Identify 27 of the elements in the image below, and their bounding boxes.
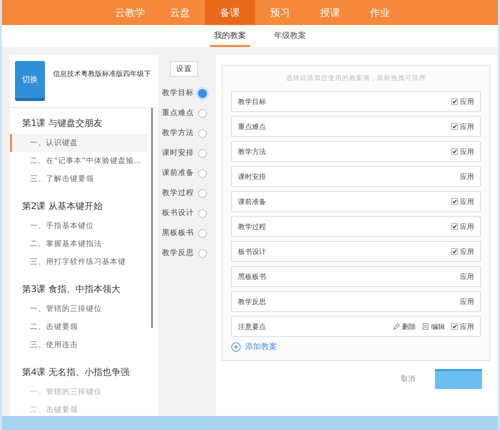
checkbox[interactable] xyxy=(451,148,458,155)
step-dot[interactable] xyxy=(198,108,207,118)
step-dot[interactable] xyxy=(198,168,207,178)
plus-icon xyxy=(231,342,241,352)
sub-tab[interactable]: 年级教案 xyxy=(270,25,310,47)
primary-button[interactable] xyxy=(435,369,482,389)
lesson-title[interactable]: 第4课 无名指、小指也争强 xyxy=(10,363,158,383)
lesson-title[interactable]: 第1课 与键盘交朋友 xyxy=(10,114,158,134)
sub-tab[interactable]: 我的教案 xyxy=(210,25,250,47)
scrollbar[interactable] xyxy=(151,108,153,328)
lesson-title[interactable]: 第3课 食指、中指本领大 xyxy=(10,280,158,300)
step-dot[interactable] xyxy=(198,248,207,258)
step-dot[interactable] xyxy=(198,208,207,218)
checkbox[interactable] xyxy=(451,98,458,105)
checkbox[interactable] xyxy=(451,223,458,230)
checkbox[interactable] xyxy=(451,123,458,130)
checkbox[interactable] xyxy=(451,323,458,330)
step-dot[interactable] xyxy=(198,188,207,198)
step-dot[interactable] xyxy=(198,128,207,138)
checkbox[interactable] xyxy=(451,198,458,205)
checkbox[interactable] xyxy=(451,248,458,255)
document-icon xyxy=(422,323,429,330)
step-dot[interactable] xyxy=(198,88,207,98)
step-dot[interactable] xyxy=(198,228,207,238)
step-dot[interactable] xyxy=(198,148,207,158)
pencil-icon xyxy=(393,323,400,330)
lesson-title[interactable]: 第2课 从基本键开始 xyxy=(10,197,158,217)
